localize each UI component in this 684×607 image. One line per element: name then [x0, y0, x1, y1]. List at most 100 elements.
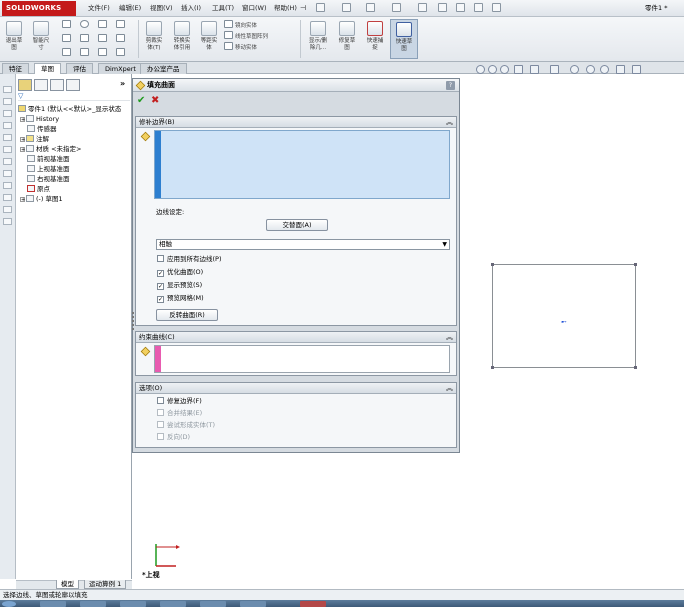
- taskbar-app-icon[interactable]: [120, 601, 146, 607]
- taskbar-app-icon[interactable]: [40, 601, 66, 607]
- select-icon[interactable]: [438, 3, 447, 12]
- apply-all-edges-checkbox[interactable]: 应用到所有边线(P): [157, 255, 222, 264]
- contact-type-select[interactable]: 相触 ▼: [156, 239, 450, 250]
- preview-mesh-checkbox[interactable]: ✓ 预览网格(M): [157, 294, 204, 303]
- quick-snaps-button[interactable]: 快速捕捉: [362, 19, 388, 59]
- convert-entities-button[interactable]: 转换实 体引用: [168, 19, 196, 59]
- display-style-icon[interactable]: [550, 65, 559, 74]
- circle-icon[interactable]: [80, 20, 89, 28]
- taskbar-app-icon[interactable]: [240, 601, 266, 607]
- sketch-point[interactable]: [634, 263, 637, 266]
- trim-entities-button[interactable]: 剪裁实 体(T): [140, 19, 168, 59]
- collapse-icon[interactable]: ︽: [446, 332, 453, 343]
- polygon-icon[interactable]: [80, 48, 89, 56]
- splitter-handle[interactable]: [132, 312, 136, 330]
- new-icon[interactable]: [316, 3, 325, 12]
- exit-sketch-button[interactable]: 退出草图: [2, 19, 26, 59]
- tool-icon[interactable]: [3, 134, 12, 141]
- help-icon[interactable]: ?: [446, 81, 455, 90]
- tool-icon[interactable]: [3, 110, 12, 117]
- menu-view[interactable]: 视图(V): [150, 3, 173, 13]
- reverse-direction-checkbox[interactable]: 反向(D): [157, 433, 190, 442]
- edit-appearance-icon[interactable]: [586, 65, 595, 74]
- menu-edit[interactable]: 编辑(E): [119, 3, 141, 13]
- tool-icon[interactable]: [3, 98, 12, 105]
- filter-icon[interactable]: ▽: [18, 92, 23, 100]
- menu-window[interactable]: 窗口(W): [242, 3, 267, 13]
- spline-icon[interactable]: [98, 20, 107, 28]
- file-properties-icon[interactable]: [474, 3, 483, 12]
- tool-icon[interactable]: [3, 122, 12, 129]
- sketch-origin-icon[interactable]: ➸: [561, 318, 567, 326]
- expand-arrow-icon[interactable]: »: [120, 79, 125, 88]
- patch-boundary-header[interactable]: 修补边界(B) ︽: [136, 117, 456, 128]
- sketch-point[interactable]: [634, 366, 637, 369]
- apply-scene-icon[interactable]: [600, 65, 609, 74]
- tree-root[interactable]: 零件1 (默认<<默认>_显示状态: [18, 104, 121, 114]
- display-delete-relations-button[interactable]: 显示/删 除几...: [304, 19, 332, 59]
- tree-item-sensors[interactable]: 传感器: [27, 124, 57, 134]
- monitor-icon[interactable]: [632, 65, 641, 74]
- taskbar-app-icon[interactable]: [80, 601, 106, 607]
- property-manager-tab-icon[interactable]: [34, 79, 48, 91]
- options-header[interactable]: 选项(O) ︽: [136, 383, 456, 394]
- menu-help[interactable]: 帮助(H): [274, 3, 297, 13]
- show-preview-checkbox[interactable]: ✓ 显示预览(S): [157, 281, 202, 290]
- point-icon[interactable]: [116, 20, 125, 28]
- repair-sketch-button[interactable]: 修复草图: [334, 19, 360, 59]
- tool-icon[interactable]: [3, 182, 12, 189]
- menu-insert[interactable]: 插入(I): [181, 3, 201, 13]
- configuration-manager-tab-icon[interactable]: [50, 79, 64, 91]
- linear-pattern-button[interactable]: 线性草图阵列: [224, 31, 300, 42]
- taskbar-app-icon[interactable]: [160, 601, 186, 607]
- view-settings-icon[interactable]: [616, 65, 625, 74]
- tab-office-products[interactable]: 办公室产品: [140, 63, 187, 74]
- repair-boundary-checkbox[interactable]: 修复边界(F): [157, 397, 202, 406]
- ellipse-icon[interactable]: [98, 34, 107, 42]
- view-orientation-icon[interactable]: [530, 65, 539, 74]
- display-manager-tab-icon[interactable]: [66, 79, 80, 91]
- rectangle-icon[interactable]: [62, 34, 71, 42]
- tool-icon[interactable]: [3, 146, 12, 153]
- rapid-sketch-button[interactable]: 快速草图: [390, 19, 418, 59]
- tree-item-annotations[interactable]: + 注解: [20, 134, 49, 144]
- taskbar-solidworks-icon[interactable]: [300, 601, 326, 607]
- constraint-curves-selection-box[interactable]: [154, 345, 450, 373]
- menu-tools[interactable]: 工具(T): [212, 3, 234, 13]
- tab-sketch[interactable]: 草图: [34, 63, 61, 74]
- arc-icon[interactable]: [80, 34, 89, 42]
- tree-item-origin[interactable]: 原点: [27, 184, 50, 194]
- collapse-icon[interactable]: ︽: [446, 117, 453, 128]
- save-icon[interactable]: [366, 3, 375, 12]
- open-icon[interactable]: [342, 3, 351, 12]
- section-view-icon[interactable]: [514, 65, 523, 74]
- print-icon[interactable]: [392, 3, 401, 12]
- tool-icon[interactable]: [3, 86, 12, 93]
- collapse-icon[interactable]: ︽: [446, 383, 453, 394]
- tree-item-material[interactable]: + 材质 <未指定>: [20, 144, 81, 154]
- taskbar-app-icon[interactable]: [200, 601, 226, 607]
- tool-icon[interactable]: [3, 170, 12, 177]
- tab-motion-study[interactable]: 运动算例 1: [84, 580, 127, 589]
- reverse-surface-button[interactable]: 反转曲面(R): [156, 309, 218, 321]
- cancel-button[interactable]: ✖: [151, 96, 159, 106]
- tab-dimxpert[interactable]: DimXpert: [98, 63, 143, 74]
- tree-item-top-plane[interactable]: 上视基准面: [27, 164, 70, 174]
- smart-dimension-button[interactable]: 智能尺寸: [28, 19, 54, 59]
- mirror-entities-button[interactable]: 镜向实体: [224, 20, 300, 31]
- tab-model[interactable]: 模型: [56, 580, 79, 589]
- optimize-surface-checkbox[interactable]: ✓ 优化曲面(O): [157, 268, 203, 277]
- menu-file[interactable]: 文件(F): [88, 3, 110, 13]
- constraint-curves-header[interactable]: 约束曲线(C) ︽: [136, 332, 456, 343]
- tool-icon[interactable]: [3, 206, 12, 213]
- options-icon[interactable]: [492, 3, 501, 12]
- zoom-to-area-icon[interactable]: [488, 65, 497, 74]
- sketch-point[interactable]: [491, 366, 494, 369]
- tool-icon[interactable]: [3, 158, 12, 165]
- tab-evaluate[interactable]: 评估: [66, 63, 93, 74]
- feature-manager-tab-icon[interactable]: [18, 79, 32, 91]
- tree-item-sketch1[interactable]: + (-) 草图1: [20, 194, 63, 204]
- previous-view-icon[interactable]: [500, 65, 509, 74]
- boundary-selection-box[interactable]: [154, 130, 450, 199]
- fillet-icon[interactable]: [98, 48, 107, 56]
